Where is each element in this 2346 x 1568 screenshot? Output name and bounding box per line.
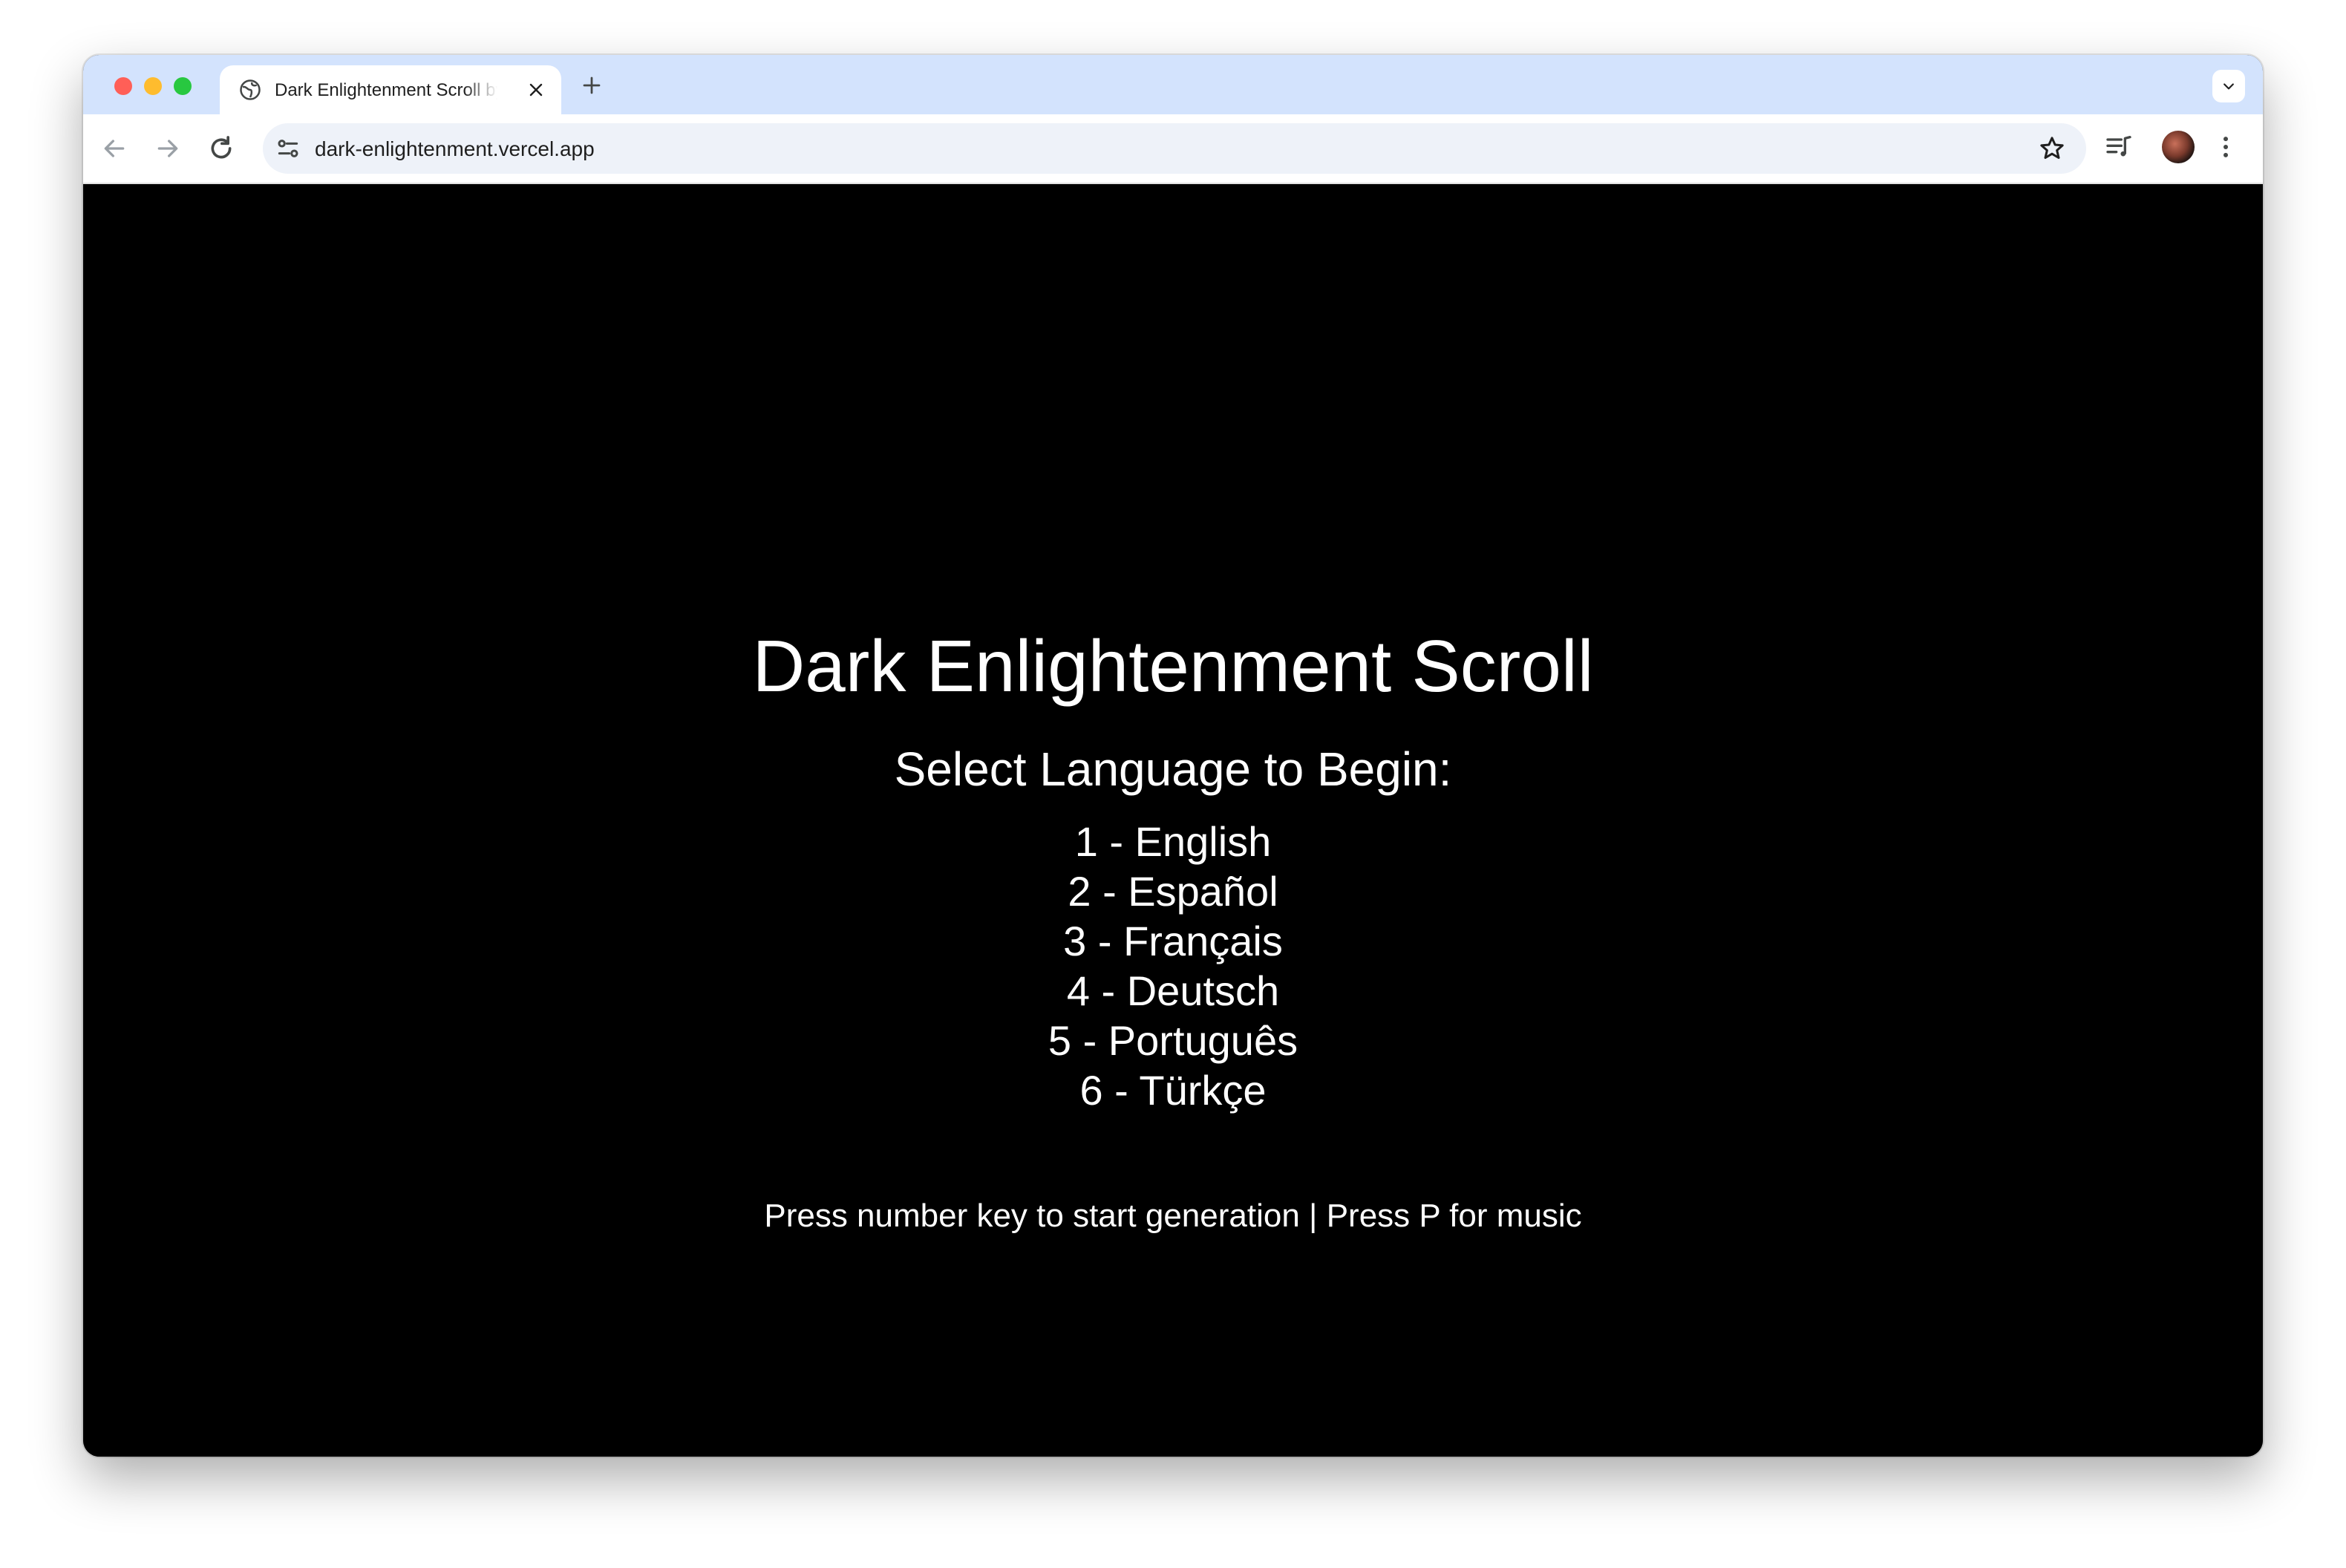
browser-window: Dark Enlightenment Scroll by dark-enligh… <box>83 55 2263 1457</box>
language-option-english[interactable]: 1 - English <box>83 817 2263 866</box>
site-settings-icon[interactable] <box>273 134 303 163</box>
minimize-window-button[interactable] <box>144 77 162 95</box>
language-prompt: Select Language to Begin: <box>894 742 1452 796</box>
reload-icon[interactable] <box>206 134 236 163</box>
new-tab-icon[interactable] <box>581 74 603 97</box>
language-option-portuguese[interactable]: 5 - Português <box>83 1016 2263 1065</box>
tab-search-button[interactable] <box>2212 70 2245 102</box>
chevron-down-icon <box>2224 83 2234 90</box>
forward-arrow-icon[interactable] <box>153 134 183 163</box>
language-option-turkish[interactable]: 6 - Türkçe <box>83 1065 2263 1115</box>
address-bar[interactable]: dark-enlightenment.vercel.app <box>263 123 2086 174</box>
language-option-spanish[interactable]: 2 - Español <box>83 866 2263 916</box>
tab-strip: Dark Enlightenment Scroll by <box>83 55 2263 114</box>
active-tab[interactable]: Dark Enlightenment Scroll by <box>220 65 561 114</box>
page-title: Dark Enlightenment Scroll <box>752 625 1594 707</box>
url-text[interactable]: dark-enlightenment.vercel.app <box>315 137 595 161</box>
maximize-window-button[interactable] <box>174 77 192 95</box>
instructions-text: Press number key to start generation | P… <box>764 1198 1582 1234</box>
language-option-french[interactable]: 3 - Français <box>83 916 2263 966</box>
bookmark-star-icon[interactable] <box>2037 134 2067 163</box>
more-menu-icon[interactable] <box>2211 132 2241 162</box>
language-list: 1 - English 2 - Español 3 - Français 4 -… <box>83 817 2263 1115</box>
media-control-icon[interactable] <box>2104 132 2134 162</box>
close-window-button[interactable] <box>114 77 132 95</box>
tab-title: Dark Enlightenment Scroll by <box>275 80 497 100</box>
profile-avatar[interactable] <box>2162 131 2195 163</box>
back-arrow-icon[interactable] <box>99 134 129 163</box>
page-viewport: Dark Enlightenment Scroll Select Languag… <box>83 184 2263 1457</box>
browser-toolbar: dark-enlightenment.vercel.app <box>83 114 2263 184</box>
globe-icon <box>239 79 261 101</box>
language-option-german[interactable]: 4 - Deutsch <box>83 966 2263 1016</box>
close-tab-icon[interactable] <box>527 81 545 99</box>
